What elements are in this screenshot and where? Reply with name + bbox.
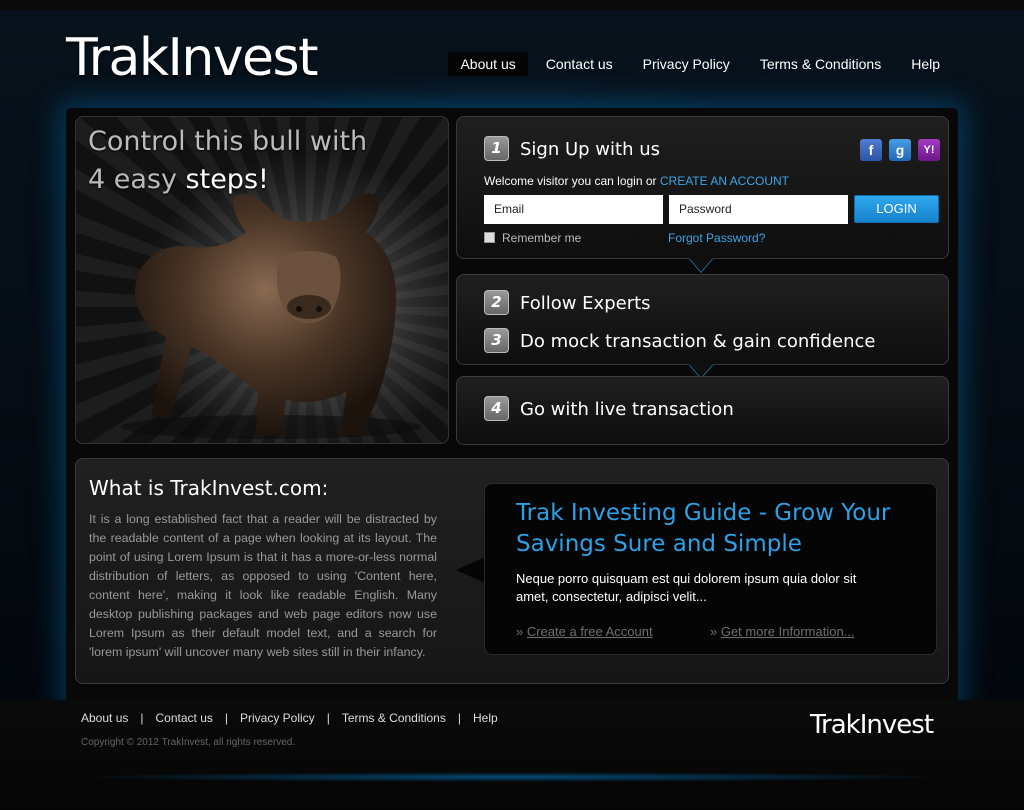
step-2-title: Follow Experts: [520, 293, 651, 314]
signup-notch: [689, 258, 713, 272]
hero-banner: Control this bull with 4 easy steps!: [75, 116, 449, 444]
signup-title: Sign Up with us: [520, 139, 661, 160]
create-account-link[interactable]: CREATE AN ACCOUNT: [660, 174, 789, 188]
step-3-title: Do mock transaction & gain confidence: [520, 331, 876, 352]
guide-title: Trak Investing Guide - Grow Your Savings…: [516, 500, 891, 557]
bull-image: [121, 193, 421, 439]
email-field[interactable]: Email: [484, 195, 663, 224]
footer-nav-help[interactable]: Help: [473, 711, 498, 725]
footer-nav-terms-conditions[interactable]: Terms & Conditions: [342, 711, 446, 725]
google-icon[interactable]: g: [889, 139, 911, 161]
link-prefix: »: [516, 624, 527, 639]
site-logo[interactable]: TrakInvest: [66, 28, 319, 88]
top-strip: [0, 0, 1024, 10]
step-1-number: 1: [484, 136, 509, 161]
nav-help[interactable]: Help: [899, 52, 952, 76]
guide-text: Neque porro quisquam est qui dolorem ips…: [516, 571, 857, 604]
welcome-text: Welcome visitor you can login or CREATE …: [484, 174, 789, 188]
welcome-message: Welcome visitor you can login or: [484, 174, 660, 188]
create-free-account-link[interactable]: » Create a free Account: [516, 624, 653, 639]
footer-separator: |: [457, 711, 461, 725]
footer-separator: |: [140, 711, 144, 725]
more-information-link[interactable]: » Get more Information...: [710, 624, 855, 639]
nav-terms-conditions[interactable]: Terms & Conditions: [748, 52, 893, 76]
hero-line-1: Control this bull with: [88, 126, 368, 157]
step-4-number: 4: [484, 396, 509, 421]
footer-nav-privacy-policy[interactable]: Privacy Policy: [240, 711, 315, 725]
about-title: What is TrakInvest.com:: [89, 476, 329, 500]
footer-separator: |: [224, 711, 228, 725]
link-prefix: »: [710, 624, 721, 639]
main-nav: About us Contact us Privacy Policy Terms…: [448, 52, 952, 76]
password-field[interactable]: Password: [669, 195, 848, 224]
step-4-title: Go with live transaction: [520, 399, 734, 420]
footer-separator: |: [326, 711, 330, 725]
nav-contact-us[interactable]: Contact us: [534, 52, 625, 76]
hero-line-2: 4 easy steps!: [88, 161, 367, 199]
step-2-number: 2: [484, 290, 509, 315]
step-3-number: 3: [484, 328, 509, 353]
about-text: It is a long established fact that a rea…: [89, 512, 437, 659]
facebook-icon[interactable]: f: [860, 139, 882, 161]
forgot-password-link[interactable]: Forgot Password?: [668, 231, 765, 245]
hero-line-2-suffix: steps!: [185, 164, 269, 195]
footer-nav-about-us[interactable]: About us: [81, 711, 128, 725]
hero-line-2-prefix: 4 easy: [88, 164, 186, 195]
guide-arrow: [456, 557, 485, 583]
create-free-account-text[interactable]: Create a free Account: [527, 624, 653, 639]
hero-title: Control this bull with 4 easy steps!: [88, 123, 367, 199]
nav-privacy-policy[interactable]: Privacy Policy: [631, 52, 742, 76]
remember-me-label: Remember me: [502, 231, 582, 245]
footer-nav-contact-us[interactable]: Contact us: [156, 711, 213, 725]
more-information-text[interactable]: Get more Information...: [721, 624, 855, 639]
yahoo-icon[interactable]: Y!: [918, 139, 940, 161]
remember-me-checkbox[interactable]: [484, 232, 495, 243]
footer-logo[interactable]: TrakInvest: [810, 710, 934, 740]
footer-glow: [70, 772, 954, 782]
copyright: Copyright © 2012 TrakInvest, all rights …: [81, 737, 296, 748]
footer-nav: About us | Contact us | Privacy Policy |…: [81, 711, 498, 725]
login-button[interactable]: LOGIN: [854, 195, 939, 223]
nav-about-us[interactable]: About us: [448, 52, 528, 76]
